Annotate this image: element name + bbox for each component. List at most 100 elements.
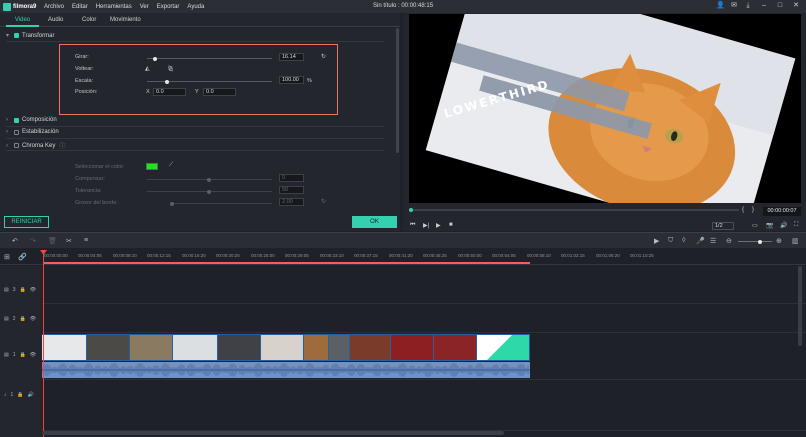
composition-checkbox[interactable] [14, 117, 19, 123]
offset-value[interactable]: 0 [279, 174, 304, 182]
eye-icon[interactable]: 👁 [30, 287, 36, 293]
preview-screen[interactable]: LOWERTHIRD [409, 14, 801, 203]
preview-progress-knob[interactable] [409, 207, 413, 212]
lock-icon[interactable]: 🔒 [20, 316, 26, 322]
video-clip[interactable] [42, 334, 530, 361]
link-icon[interactable]: 🔗 [18, 253, 27, 261]
scale-value[interactable]: 100.00 [279, 76, 304, 84]
mark-out-icon[interactable]: } [752, 207, 754, 213]
play-icon[interactable]: ▶ [436, 222, 441, 229]
track-2[interactable] [42, 305, 806, 333]
track-3[interactable] [42, 266, 806, 304]
work-area-bar[interactable] [43, 262, 530, 264]
menu-exportar[interactable]: Exportar [153, 4, 184, 10]
speaker-icon[interactable]: 🔊 [28, 392, 34, 398]
play-back-icon[interactable]: ▶| [423, 222, 429, 229]
microphone-icon[interactable]: 🎤 [696, 237, 705, 245]
lock-icon[interactable]: 🔒 [17, 392, 23, 398]
stabilization-checkbox[interactable] [14, 129, 19, 135]
reset-button[interactable]: REINICIAR [4, 216, 49, 228]
download-icon[interactable]: ⤓ [744, 2, 752, 10]
eye-icon[interactable]: 👁 [30, 352, 36, 358]
timeline-horizontal-scrollbar[interactable] [42, 431, 504, 435]
offset-slider[interactable] [147, 177, 272, 182]
panel-scrollbar[interactable] [396, 28, 399, 153]
prev-frame-icon[interactable]: ⏮ [410, 222, 415, 229]
zoom-in-icon[interactable]: ⊕ [776, 237, 782, 245]
delete-icon[interactable]: 🗑 [48, 237, 57, 245]
ok-button[interactable]: OK [352, 216, 397, 228]
edge-value[interactable]: 2.00 [279, 198, 304, 206]
tolerance-slider[interactable] [147, 189, 272, 194]
reset-edge-icon[interactable]: ↻ [321, 198, 326, 205]
flip-horizontal-icon[interactable]: ◭ [145, 65, 150, 72]
voiceover-icon[interactable]: ☰ [710, 237, 716, 245]
eye-icon[interactable]: 👁 [30, 316, 36, 322]
mail-icon[interactable]: ✉ [730, 2, 738, 10]
scale-slider-knob[interactable] [164, 79, 169, 84]
audio-clip[interactable] [41, 362, 530, 378]
zoom-slider-knob[interactable] [758, 239, 762, 244]
edge-slider-knob[interactable] [170, 201, 174, 206]
rotate-value[interactable]: 16.14 [279, 53, 304, 61]
playhead[interactable] [43, 252, 44, 437]
edge-slider[interactable] [170, 201, 272, 206]
zoom-out-icon[interactable]: ⊖ [726, 237, 732, 245]
timeline-vertical-scrollbar[interactable] [798, 266, 802, 346]
section-stabilization[interactable]: › Estabilización [6, 129, 59, 135]
rotate-slider[interactable] [147, 56, 272, 61]
tab-video[interactable]: Video [6, 13, 39, 27]
mark-in-icon[interactable]: { [742, 207, 744, 213]
menu-archivo[interactable]: Archivo [40, 4, 68, 10]
tab-color[interactable]: Color [82, 17, 96, 23]
adjust-icon[interactable]: ≡ [84, 237, 88, 244]
stop-icon[interactable]: ■ [449, 222, 453, 228]
reset-rotation-icon[interactable]: ↻ [321, 53, 326, 60]
position-y-input[interactable]: 0.0 [203, 88, 236, 96]
offset-slider-knob[interactable] [207, 177, 211, 182]
flip-vertical-icon[interactable]: ⧎ [168, 65, 173, 72]
render-preview-icon[interactable]: ▶ [654, 237, 659, 245]
menu-ver[interactable]: Ver [136, 4, 153, 10]
help-icon[interactable]: ⓘ [59, 141, 65, 150]
menu-ayuda[interactable]: Ayuda [183, 4, 208, 10]
section-composition[interactable]: › Composición [6, 117, 57, 123]
volume-icon[interactable]: 🔊 [780, 222, 787, 229]
lock-icon[interactable]: 🔒 [20, 287, 26, 293]
account-icon[interactable]: 👤 [716, 2, 725, 10]
tolerance-slider-knob[interactable] [207, 189, 211, 194]
menu-editar[interactable]: Editar [68, 4, 92, 10]
fullscreen-icon[interactable]: ⛶ [794, 222, 798, 229]
section-transform[interactable]: ▾ Transformar [6, 32, 54, 40]
redo-icon[interactable]: ↷ [30, 237, 36, 245]
zoom-slider[interactable] [738, 239, 772, 244]
add-track-icon[interactable]: ⊞ [4, 253, 10, 261]
transform-checkbox[interactable] [14, 33, 19, 38]
menu-herramientas[interactable]: Herramientas [92, 4, 136, 10]
chroma-checkbox[interactable] [14, 143, 19, 148]
maximize-icon[interactable]: □ [776, 2, 784, 10]
scale-slider[interactable] [147, 79, 272, 84]
minimize-icon[interactable]: – [760, 2, 768, 10]
render-icon[interactable]: ▭ [752, 222, 758, 229]
section-chroma-key[interactable]: › Chroma Key ⓘ [6, 141, 65, 151]
track-2-number: 2 [12, 316, 16, 322]
marker-icon[interactable]: ◊ [682, 237, 685, 244]
shield-icon[interactable]: ⛉ [668, 237, 673, 245]
lock-icon[interactable]: 🔒 [20, 352, 26, 358]
color-swatch[interactable] [146, 163, 158, 170]
timeline-settings-icon[interactable]: ▥ [792, 237, 799, 245]
tolerance-value[interactable]: 50 [279, 186, 304, 194]
undo-icon[interactable]: ↶ [12, 237, 18, 245]
audio-track-1[interactable] [42, 381, 806, 431]
preview-progress[interactable] [409, 207, 739, 212]
tab-movimiento[interactable]: Movimiento [110, 17, 141, 23]
position-x-input[interactable]: 0.0 [153, 88, 186, 96]
preview-ratio-select[interactable]: 1/2 [712, 222, 734, 230]
tab-audio[interactable]: Audio [48, 17, 63, 23]
eyedropper-icon[interactable]: ⟋ [169, 162, 173, 169]
snapshot-icon[interactable]: 📷 [766, 222, 773, 229]
cut-icon[interactable]: ✂ [66, 237, 72, 245]
rotate-slider-knob[interactable] [153, 56, 158, 61]
close-icon[interactable]: ✕ [792, 2, 800, 10]
